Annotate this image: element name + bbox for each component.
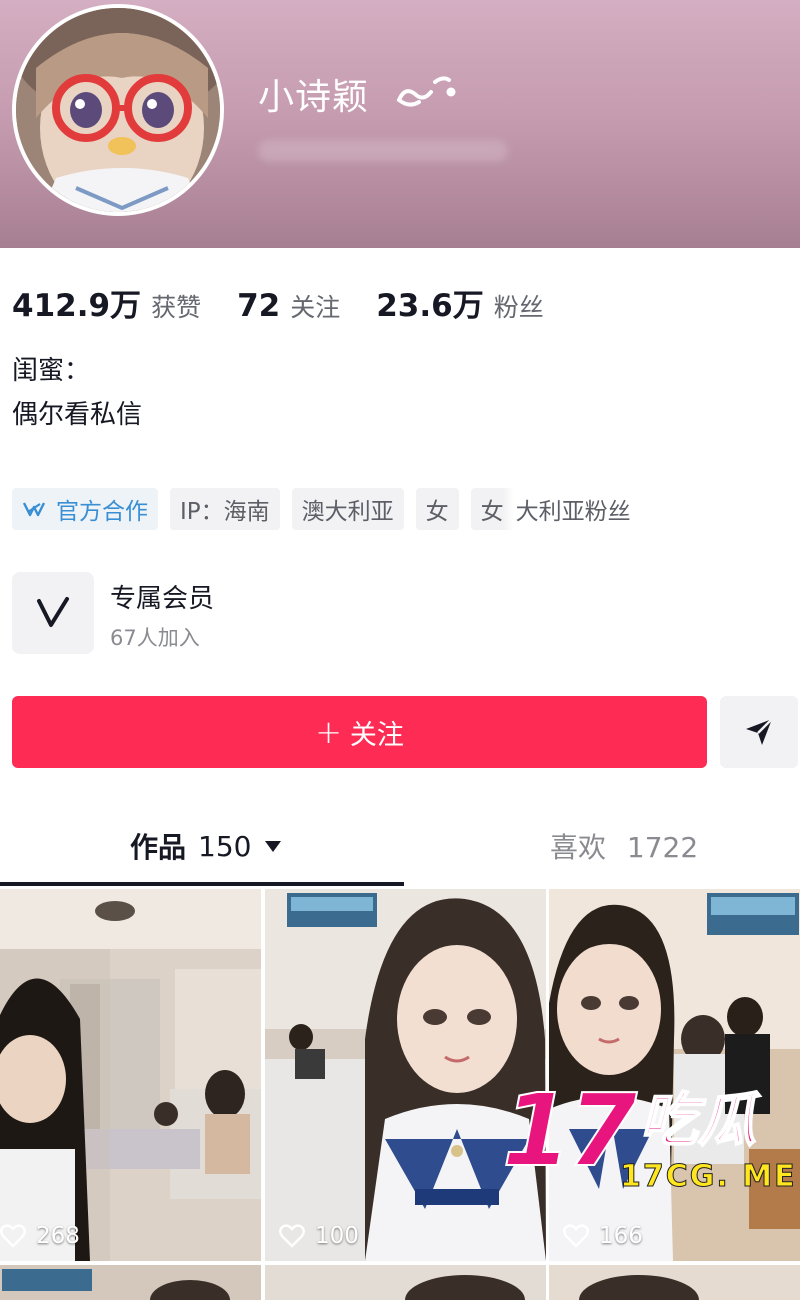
blurred-signature	[258, 140, 508, 162]
watermark-chinese: 吃瓜	[639, 1086, 757, 1154]
video-likes: 268	[0, 1223, 80, 1249]
stats-row: 412.9万 获赞 72 关注 23.6万 粉丝	[12, 280, 580, 324]
profile-header: 小诗颖	[0, 0, 800, 248]
tab-works[interactable]: 作品 150	[130, 826, 282, 866]
followers-count[interactable]: 23.6万	[376, 280, 484, 325]
tab-likes[interactable]: 喜欢 1722	[550, 826, 698, 866]
membership-card[interactable]: 专属会员 67人加入	[12, 572, 412, 656]
video-likes-count: 166	[599, 1223, 643, 1249]
video-thumbnail[interactable]	[265, 1265, 546, 1300]
tab-indicator	[0, 882, 404, 886]
avatar[interactable]	[12, 4, 224, 216]
video-likes-count: 268	[36, 1223, 80, 1249]
membership-subtitle: 67人加入	[110, 626, 200, 650]
video-thumbnail[interactable]: 268	[0, 889, 261, 1261]
video-thumbnail[interactable]	[549, 1265, 800, 1300]
video-thumbnail[interactable]	[0, 1265, 261, 1300]
send-message-button[interactable]	[720, 696, 798, 768]
followers-label[interactable]: 粉丝	[494, 288, 544, 324]
v-icon	[12, 572, 94, 654]
tag-overflow: 大利亚粉丝	[515, 499, 631, 525]
watermark-url: 17CG. ME	[620, 1159, 797, 1195]
following-count[interactable]: 72	[237, 288, 280, 324]
tag-gender: 女	[415, 488, 459, 530]
tab-likes-label: 喜欢	[550, 831, 607, 864]
site-watermark: 17 吃瓜 17CG. ME	[500, 1080, 800, 1195]
official-icon	[22, 499, 46, 519]
tag-faded: 女	[470, 488, 514, 530]
plus-icon: +	[315, 713, 342, 751]
follow-button[interactable]: + 关注	[12, 696, 707, 768]
likes-label: 获赞	[151, 293, 202, 322]
emoticon-icon	[397, 76, 456, 107]
watermark-number: 17	[501, 1072, 638, 1189]
heart-icon	[563, 1224, 589, 1248]
tag-ip: IP：海南	[170, 488, 280, 530]
heart-icon	[0, 1224, 26, 1248]
bio-line-1: 闺蜜：	[12, 356, 91, 386]
tag-official-label: 官方合作	[56, 499, 148, 525]
tab-works-count: 150	[198, 829, 252, 863]
tab-works-label: 作品	[130, 831, 187, 864]
tag-official[interactable]: 官方合作	[12, 488, 158, 530]
profile-tags: 官方合作 IP：海南 澳大利亚 女 女 大利亚粉丝	[12, 488, 631, 530]
send-icon	[746, 718, 773, 745]
video-likes-count: 100	[315, 1223, 359, 1249]
caret-down-icon	[265, 840, 282, 852]
tab-likes-count: 1722	[626, 831, 699, 864]
membership-title: 专属会员	[110, 584, 215, 614]
tag-country: 澳大利亚	[291, 488, 404, 530]
video-likes: 100	[279, 1223, 359, 1249]
nickname: 小诗颖	[258, 77, 370, 118]
bio-line-2: 偶尔看私信	[12, 400, 143, 430]
follow-label: 关注	[349, 719, 404, 751]
following-label[interactable]: 关注	[290, 288, 340, 324]
heart-icon	[279, 1224, 305, 1248]
video-likes: 166	[563, 1223, 643, 1249]
likes-count: 412.9万	[12, 288, 142, 324]
